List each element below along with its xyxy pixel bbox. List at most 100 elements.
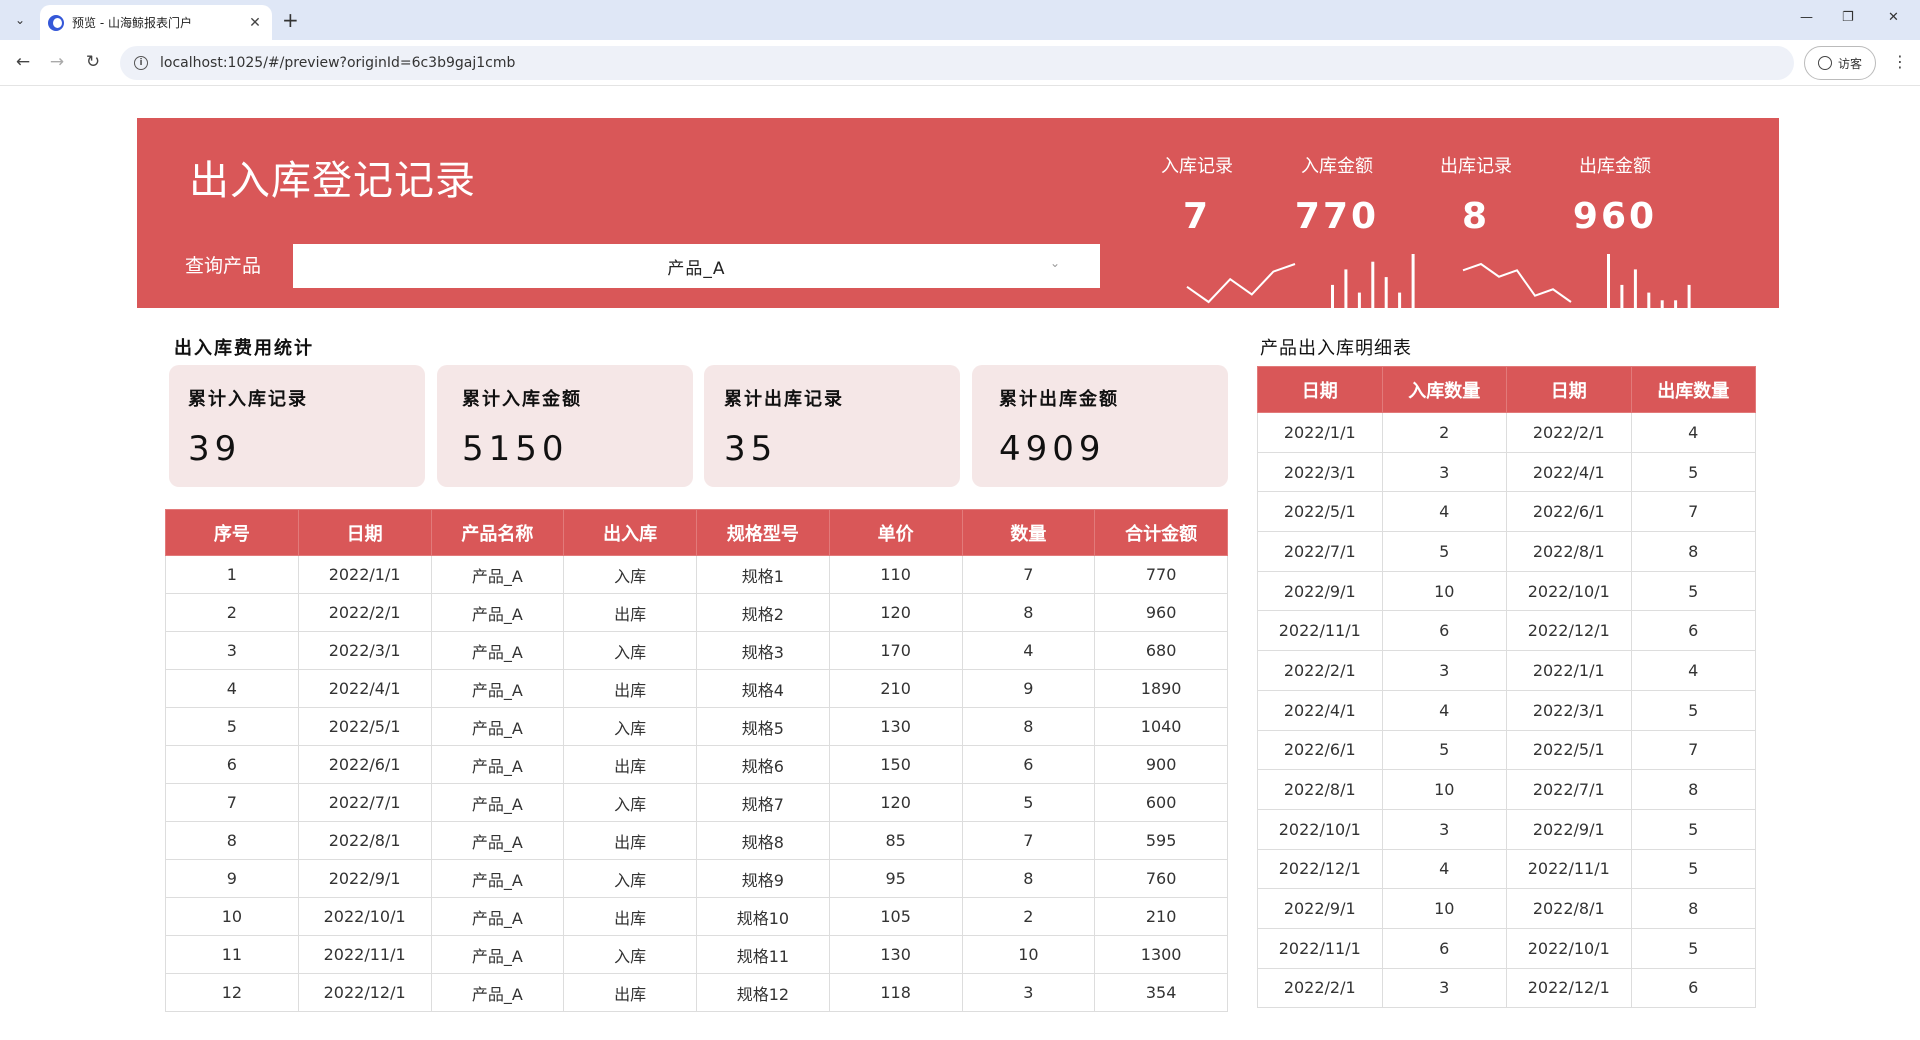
table-cell: 2022/6/1 — [1506, 491, 1632, 533]
table-cell: 2 — [165, 593, 299, 632]
table-cell: 规格3 — [696, 631, 830, 670]
table-cell: 10 — [1381, 888, 1507, 929]
browser-tab[interactable]: 预览 - 山海鲸报表门户 ✕ — [40, 5, 272, 40]
table-cell: 入库 — [563, 935, 697, 974]
in-records-sparkline — [1186, 263, 1296, 304]
table-cell: 770 — [1094, 555, 1228, 594]
table-row: 11 2022/11/1 产品_A 入库 规格11 130 10 1300 — [165, 935, 1228, 974]
url-text: localhost:1025/#/preview?originId=6c3b9g… — [160, 55, 516, 71]
table-row: 10 2022/10/1 产品_A 出库 规格10 105 2 210 — [165, 897, 1228, 936]
kpi-out-amount: 出库金额 960 — [1555, 152, 1675, 237]
table-cell: 2022/2/1 — [297, 593, 432, 632]
table-cell: 产品_A — [430, 859, 565, 898]
close-window-icon[interactable]: ✕ — [1888, 10, 1899, 25]
table-cell: 2022/10/1 — [1506, 928, 1632, 969]
table-cell: 2022/4/1 — [297, 669, 432, 708]
table-cell: 2022/1/1 — [1506, 650, 1632, 691]
table-cell: 2022/6/1 — [1257, 730, 1383, 771]
query-product-label: 查询产品 — [185, 255, 262, 277]
more-menu-icon[interactable]: ⋮ — [1892, 52, 1908, 71]
site-info-icon[interactable]: i — [134, 56, 148, 70]
table-cell: 入库 — [563, 555, 697, 594]
kpi-value: 960 — [1572, 196, 1658, 237]
table-cell: 85 — [828, 821, 963, 860]
table-cell: 5 — [1630, 928, 1756, 969]
tab-search-chevron-icon[interactable]: ⌄ — [8, 8, 32, 32]
table-cell: 产品_A — [430, 555, 565, 594]
table-cell: 5 — [1630, 571, 1756, 612]
url-field[interactable]: i localhost:1025/#/preview?originId=6c3b… — [120, 46, 1794, 80]
table-cell: 2022/2/1 — [1506, 412, 1632, 453]
table-row: 2 2022/2/1 产品_A 出库 规格2 120 8 960 — [165, 593, 1228, 632]
sparkline-bar — [1660, 300, 1664, 308]
table-cell: 规格8 — [696, 821, 830, 860]
table-cell: 2022/7/1 — [1506, 769, 1632, 810]
restore-window-icon[interactable]: ❐ — [1842, 10, 1854, 25]
forward-arrow-icon[interactable]: → — [46, 52, 68, 72]
table-cell: 入库 — [563, 707, 697, 746]
table-header-row: 日期 入库数量 日期 出库数量 — [1257, 366, 1756, 413]
table-cell: 2022/9/1 — [1506, 809, 1632, 850]
table-cell: 595 — [1094, 821, 1228, 860]
browser-tab-strip: ⌄ 预览 - 山海鲸报表门户 ✕ + — ❐ ✕ — [0, 0, 1920, 40]
column-header: 单价 — [828, 509, 963, 556]
profile-button[interactable]: 访客 — [1804, 46, 1876, 80]
column-header: 日期 — [1257, 366, 1383, 413]
column-header: 数量 — [961, 509, 1096, 556]
sparkline-path — [1462, 262, 1572, 303]
back-arrow-icon[interactable]: ← — [12, 52, 34, 72]
card-label: 累计出库记录 — [724, 389, 844, 410]
sparkline-bar — [1344, 269, 1348, 308]
table-cell: 规格12 — [696, 973, 830, 1012]
kpi-label: 出库记录 — [1440, 156, 1512, 177]
card-label: 累计入库记录 — [188, 389, 308, 410]
product-select[interactable]: 产品_A ⌄ — [293, 244, 1100, 288]
table-row: 3 2022/3/1 产品_A 入库 规格3 170 4 680 — [165, 631, 1228, 670]
stat-card-in-amount: 累计入库金额 5150 — [437, 365, 693, 487]
table-cell: 8 — [961, 859, 1096, 898]
table-row: 2022/10/1 3 2022/9/1 5 — [1257, 809, 1756, 850]
table-cell: 5 — [1630, 690, 1756, 731]
out-amount-sparkline — [1607, 254, 1691, 308]
table-cell: 900 — [1094, 745, 1228, 784]
column-header: 产品名称 — [430, 509, 565, 556]
table-cell: 出库 — [563, 593, 697, 632]
table-row: 2022/3/1 3 2022/4/1 5 — [1257, 452, 1756, 493]
kpi-out-records: 出库记录 8 — [1416, 152, 1536, 237]
new-tab-plus-icon[interactable]: + — [282, 8, 299, 32]
table-row: 2022/2/1 3 2022/1/1 4 — [1257, 650, 1756, 691]
table-cell: 出库 — [563, 669, 697, 708]
product-select-value: 产品_A — [667, 258, 726, 279]
sparkline-bar — [1633, 269, 1637, 308]
close-tab-icon[interactable]: ✕ — [246, 15, 264, 31]
in-amount-sparkline — [1331, 254, 1415, 308]
table-cell: 产品_A — [430, 593, 565, 632]
table-cell: 2022/5/1 — [297, 707, 432, 746]
table-cell: 2022/11/1 — [1506, 849, 1632, 890]
table-cell: 680 — [1094, 631, 1228, 670]
kpi-in-amount: 入库金额 770 — [1277, 152, 1397, 237]
table-cell: 规格10 — [696, 897, 830, 936]
table-row: 2022/9/1 10 2022/8/1 8 — [1257, 888, 1756, 929]
table-cell: 2022/11/1 — [1257, 610, 1383, 652]
table-cell: 2022/9/1 — [1257, 571, 1383, 612]
table-cell: 120 — [828, 783, 963, 822]
column-header: 出入库 — [563, 509, 697, 556]
table-cell: 8 — [1630, 531, 1756, 572]
table-cell: 入库 — [563, 631, 697, 670]
table-cell: 规格11 — [696, 935, 830, 974]
table-cell: 105 — [828, 897, 963, 936]
minimize-window-icon[interactable]: — — [1800, 10, 1813, 25]
table-cell: 12 — [165, 973, 299, 1012]
card-value: 39 — [188, 429, 242, 469]
table-cell: 5 — [1630, 849, 1756, 890]
stat-card-out-records: 累计出库记录 35 — [704, 365, 960, 487]
table-cell: 1 — [165, 555, 299, 594]
table-cell: 10 — [165, 897, 299, 936]
table-cell: 2022/7/1 — [297, 783, 432, 822]
reload-icon[interactable]: ↻ — [82, 52, 104, 72]
table-cell: 7 — [165, 783, 299, 822]
column-header: 规格型号 — [696, 509, 830, 556]
table-cell: 2022/11/1 — [1257, 928, 1383, 969]
table-cell: 5 — [1381, 730, 1507, 771]
